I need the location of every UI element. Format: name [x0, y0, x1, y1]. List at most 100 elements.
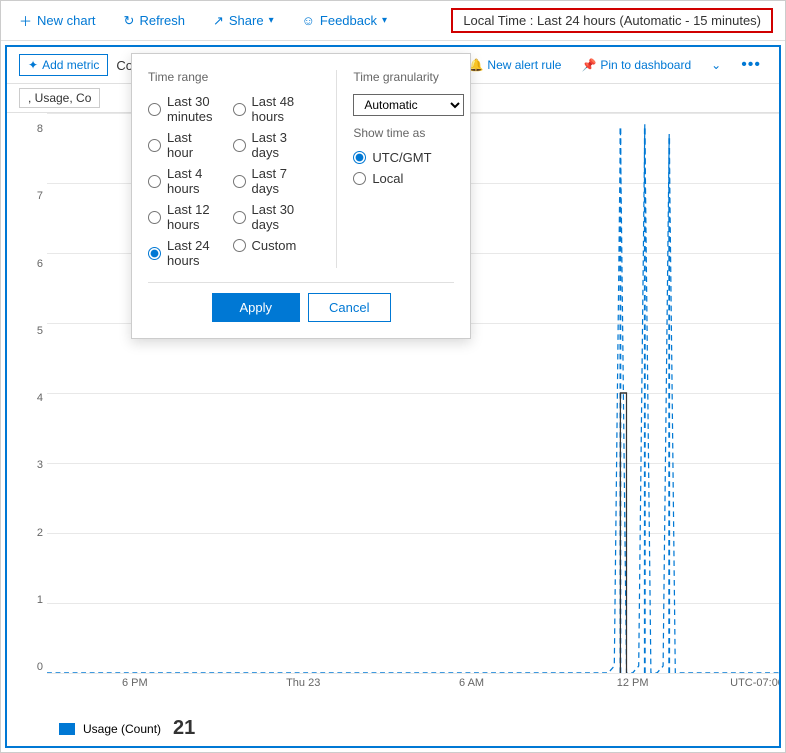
main-container: ＋ New chart ↻ Refresh ↗ Share ▾ ☺ Feedba…: [0, 0, 786, 753]
new-alert-rule-label: New alert rule: [487, 58, 561, 72]
feedback-label: Feedback: [320, 13, 377, 28]
toolbar: ＋ New chart ↻ Refresh ↗ Share ▾ ☺ Feedba…: [1, 1, 785, 41]
new-chart-button[interactable]: ＋ New chart: [13, 7, 102, 34]
show-time-as-title: Show time as: [353, 126, 466, 140]
label-utc: UTC/GMT: [372, 150, 431, 165]
y-label-7: 7: [11, 190, 43, 202]
option-30d[interactable]: Last 30 days: [233, 202, 297, 232]
label-custom: Custom: [252, 238, 297, 253]
label-3d: Last 3 days: [252, 130, 297, 160]
option-7d[interactable]: Last 7 days: [233, 166, 297, 196]
pin-icon: 📌: [581, 58, 596, 72]
add-metric-icon: ✦: [28, 58, 38, 72]
refresh-icon: ↻: [124, 13, 135, 29]
chevron-down-icon-3: ⌄: [711, 58, 721, 72]
x-axis: 6 PM Thu 23 6 AM 12 PM UTC-07:00: [47, 673, 779, 713]
option-12h[interactable]: Last 12 hours: [148, 202, 213, 232]
pin-to-dashboard-button[interactable]: 📌 Pin to dashboard: [575, 55, 697, 75]
radio-local[interactable]: [353, 172, 366, 185]
x-label-thu23: Thu 23: [286, 677, 320, 689]
share-label: Share: [229, 13, 264, 28]
label-24h: Last 24 hours: [167, 238, 213, 268]
ellipsis-icon: •••: [741, 56, 761, 74]
share-icon: ↗: [213, 13, 224, 29]
option-local[interactable]: Local: [353, 171, 466, 186]
more-options-button[interactable]: •••: [735, 53, 767, 77]
option-utc[interactable]: UTC/GMT: [353, 150, 466, 165]
pin-to-dashboard-label: Pin to dashboard: [600, 58, 691, 72]
x-label-12pm: 12 PM: [617, 677, 649, 689]
y-label-2: 2: [11, 527, 43, 539]
time-col-right: Last 48 hours Last 3 days Last 7 days: [233, 94, 297, 268]
y-label-0: 0: [11, 661, 43, 673]
granularity-select[interactable]: Automatic 1 minute 5 minutes 15 minutes …: [353, 94, 464, 116]
show-time-col: UTC/GMT Local: [353, 150, 466, 186]
label-1h: Last hour: [167, 130, 213, 160]
new-chart-label: New chart: [37, 13, 96, 28]
granularity-section: Time granularity Automatic 1 minute 5 mi…: [336, 70, 466, 268]
plus-icon: ＋: [19, 11, 32, 30]
y-label-5: 5: [11, 325, 43, 337]
x-label-6pm: 6 PM: [122, 677, 148, 689]
label-7d: Last 7 days: [252, 166, 297, 196]
option-4h[interactable]: Last 4 hours: [148, 166, 213, 196]
label-local: Local: [372, 171, 403, 186]
time-col-left: Last 30 minutes Last hour Last 4 hours: [148, 94, 213, 268]
radio-7d[interactable]: [233, 175, 246, 188]
option-3d[interactable]: Last 3 days: [233, 130, 297, 160]
expand-button[interactable]: ⌄: [705, 55, 727, 75]
legend-color-swatch: [59, 723, 75, 735]
option-48h[interactable]: Last 48 hours: [233, 94, 297, 124]
chart-header-actions: ⌄ 🔔 New alert rule 📌 Pin to dashboard ⌄ …: [432, 53, 767, 77]
popup-buttons: Apply Cancel: [148, 282, 454, 322]
label-30m: Last 30 minutes: [167, 94, 213, 124]
chart-legend: Usage (Count) 21: [7, 713, 779, 746]
time-range-popup: Time range Last 30 minutes Last hour: [131, 53, 471, 339]
add-metric-button[interactable]: ✦ Add metric: [19, 54, 108, 76]
refresh-label: Refresh: [139, 13, 185, 28]
y-label-3: 3: [11, 459, 43, 471]
y-label-6: 6: [11, 258, 43, 270]
label-4h: Last 4 hours: [167, 166, 213, 196]
time-display[interactable]: Local Time : Last 24 hours (Automatic - …: [451, 8, 773, 33]
radio-30m[interactable]: [148, 103, 161, 116]
metric-tag[interactable]: , Usage, Co: [19, 88, 100, 108]
option-1h[interactable]: Last hour: [148, 130, 213, 160]
radio-30d[interactable]: [233, 211, 246, 224]
new-alert-rule-button[interactable]: 🔔 New alert rule: [462, 55, 567, 75]
feedback-button[interactable]: ☺ Feedback ▾: [296, 9, 393, 32]
chevron-down-icon-2: ▾: [382, 15, 387, 26]
option-custom[interactable]: Custom: [233, 238, 297, 253]
refresh-button[interactable]: ↻ Refresh: [118, 9, 191, 33]
radio-4h[interactable]: [148, 175, 161, 188]
radio-24h[interactable]: [148, 247, 161, 260]
radio-custom[interactable]: [233, 239, 246, 252]
y-axis: 8 7 6 5 4 3 2 1 0: [7, 113, 47, 713]
radio-48h[interactable]: [233, 103, 246, 116]
popup-row: Time range Last 30 minutes Last hour: [148, 70, 454, 268]
legend-count: 21: [173, 717, 195, 740]
radio-12h[interactable]: [148, 211, 161, 224]
apply-button[interactable]: Apply: [212, 293, 301, 322]
feedback-icon: ☺: [302, 13, 315, 28]
y-label-4: 4: [11, 392, 43, 404]
cancel-button[interactable]: Cancel: [308, 293, 390, 322]
radio-utc[interactable]: [353, 151, 366, 164]
option-24h[interactable]: Last 24 hours: [148, 238, 213, 268]
x-label-utc: UTC-07:00: [730, 677, 781, 689]
label-12h: Last 12 hours: [167, 202, 213, 232]
time-cols: Last 30 minutes Last hour Last 4 hours: [148, 94, 296, 268]
radio-3d[interactable]: [233, 139, 246, 152]
y-label-8: 8: [11, 123, 43, 135]
time-range-section: Time range Last 30 minutes Last hour: [148, 70, 296, 268]
y-label-1: 1: [11, 594, 43, 606]
option-30m[interactable]: Last 30 minutes: [148, 94, 213, 124]
share-button[interactable]: ↗ Share ▾: [207, 9, 280, 33]
legend-label: Usage (Count): [83, 722, 161, 736]
radio-1h[interactable]: [148, 139, 161, 152]
chevron-down-icon: ▾: [269, 15, 274, 26]
label-30d: Last 30 days: [252, 202, 297, 232]
x-label-6am: 6 AM: [459, 677, 484, 689]
label-48h: Last 48 hours: [252, 94, 297, 124]
granularity-title: Time granularity: [353, 70, 466, 84]
